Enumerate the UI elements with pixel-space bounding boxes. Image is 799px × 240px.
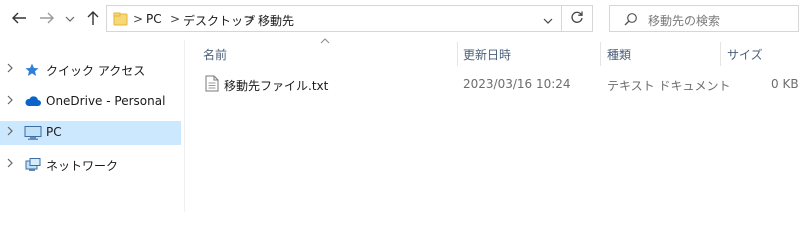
sort-ascending-icon [320, 36, 330, 47]
sidebar-item-label: PC [46, 125, 62, 139]
breadcrumb-destination[interactable]: 移動先 [258, 12, 294, 29]
breadcrumb-pc[interactable]: PC [146, 12, 162, 26]
file-name[interactable]: 移動先ファイル.txt [224, 77, 328, 94]
monitor-icon [24, 125, 42, 141]
arrow-right-icon [39, 11, 55, 28]
folder-icon [113, 11, 129, 30]
sidebar-item-quick-access[interactable]: クイック アクセス [0, 58, 181, 82]
chevron-right-icon[interactable] [6, 62, 16, 76]
cloud-icon [24, 94, 42, 110]
chevron-right-icon[interactable] [6, 94, 16, 108]
sidebar-item-pc[interactable]: PC [0, 121, 181, 145]
file-type: テキスト ドキュメント [607, 79, 731, 93]
text-file-icon [205, 75, 219, 95]
file-size: 0 KB [771, 77, 799, 91]
file-modified: 2023/03/16 10:24 [463, 77, 571, 91]
chevron-right-icon[interactable] [6, 157, 16, 171]
back-button[interactable] [10, 9, 28, 29]
breadcrumb-separator: > [245, 12, 256, 26]
column-header-name[interactable]: 名前 [203, 46, 227, 63]
column-header-size[interactable]: サイズ [727, 46, 763, 63]
column-divider[interactable] [720, 42, 721, 66]
breadcrumb-separator: > [170, 12, 181, 26]
up-button[interactable] [84, 9, 102, 29]
search-input[interactable]: 移動先の検索 [609, 5, 799, 32]
search-placeholder: 移動先の検索 [648, 14, 721, 28]
network-icon [24, 157, 42, 173]
address-bar[interactable]: > PC > デスクトップ > 移動先 [106, 5, 562, 32]
forward-button[interactable] [38, 9, 56, 29]
recent-locations-button[interactable] [64, 9, 76, 29]
refresh-button[interactable] [562, 5, 593, 32]
column-divider[interactable] [600, 42, 601, 66]
sidebar-item-onedrive[interactable]: OneDrive - Personal [0, 90, 181, 114]
sidebar-item-label: OneDrive - Personal [46, 94, 166, 108]
search-icon [624, 12, 638, 29]
star-icon [24, 62, 42, 78]
address-history-chevron-icon[interactable] [543, 14, 553, 28]
column-header-modified[interactable]: 更新日時 [463, 46, 511, 63]
sidebar-item-label: クイック アクセス [46, 64, 146, 78]
column-divider[interactable] [457, 42, 458, 66]
chevron-right-icon[interactable] [6, 125, 16, 139]
refresh-icon [570, 10, 584, 27]
arrow-left-icon [11, 11, 27, 28]
chevron-down-icon [65, 12, 75, 26]
sidebar-item-label: ネットワーク [46, 159, 119, 173]
sidebar-divider [184, 40, 185, 212]
breadcrumb-separator: > [133, 12, 144, 26]
sidebar-item-network[interactable]: ネットワーク [0, 153, 181, 177]
arrow-up-icon [86, 10, 100, 29]
column-header-type[interactable]: 種類 [607, 46, 631, 63]
